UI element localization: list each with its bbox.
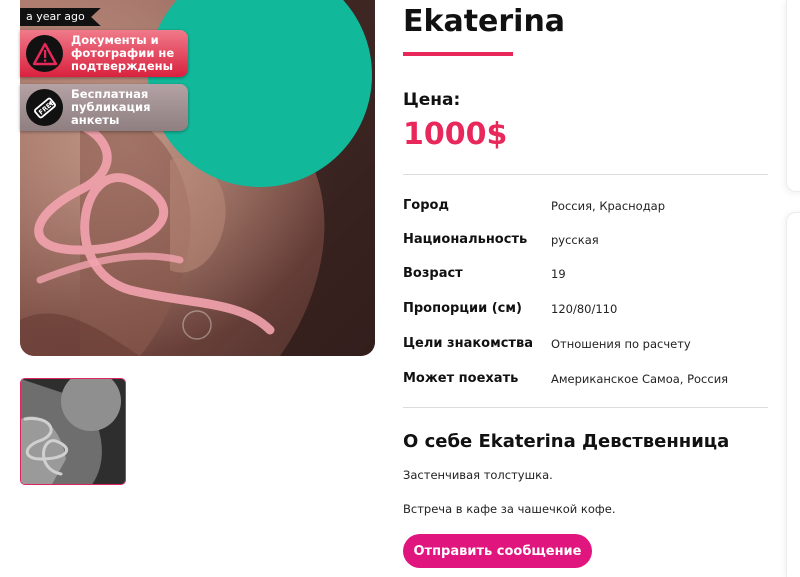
side-card-bottom [786,212,800,577]
detail-value: Отношения по расчету [551,337,691,351]
detail-row-nationality: Национальность русская [403,232,768,252]
detail-label: Город [403,198,449,213]
detail-row-proportions: Пропорции (см) 120/80/110 [403,301,768,321]
photo-thumbnail[interactable] [20,378,126,485]
detail-row-age: Возраст 19 [403,266,768,286]
profile-name: Ekaterina [403,4,566,39]
detail-value: русская [551,233,599,247]
about-paragraph: Встреча в кафе за чашечкой кофе. [403,502,616,516]
divider [403,174,768,175]
unverified-documents-text: Документы и фотографии не подтверждены [71,33,175,73]
free-publication-text: Бесплатная публикация анкеты [71,87,151,127]
detail-label: Может поехать [403,371,519,386]
free-publication-badge: FREE Бесплатная публикация анкеты [20,84,188,131]
detail-value: 19 [551,267,566,281]
price-value: 1000$ [403,117,508,152]
detail-label: Возраст [403,266,463,281]
detail-row-goals: Цели знакомства Отношения по расчету [403,336,768,356]
warning-icon [26,35,63,72]
detail-row-can-travel: Может поехать Американское Самоа, Россия [403,371,768,391]
detail-row-city: Город Россия, Краснодар [403,198,768,218]
detail-value: Россия, Краснодар [551,199,666,213]
detail-label: Пропорции (см) [403,301,522,316]
detail-label: Национальность [403,232,528,247]
detail-value: 120/80/110 [551,302,618,316]
time-ago-badge: a year ago [20,8,101,26]
side-card-top [786,0,800,192]
unverified-documents-badge: Документы и фотографии не подтверждены [20,30,188,77]
free-tag-icon: FREE [26,89,63,126]
divider [403,407,768,408]
send-message-button[interactable]: Отправить сообщение [403,534,592,568]
about-title: О себе Ekaterina Девственница [403,431,730,452]
price-label: Цена: [403,90,461,110]
about-paragraph: Застенчивая толстушка. [403,468,553,482]
detail-label: Цели знакомства [403,336,533,351]
name-underline [403,52,513,56]
detail-value: Американское Самоа, Россия [551,372,729,386]
